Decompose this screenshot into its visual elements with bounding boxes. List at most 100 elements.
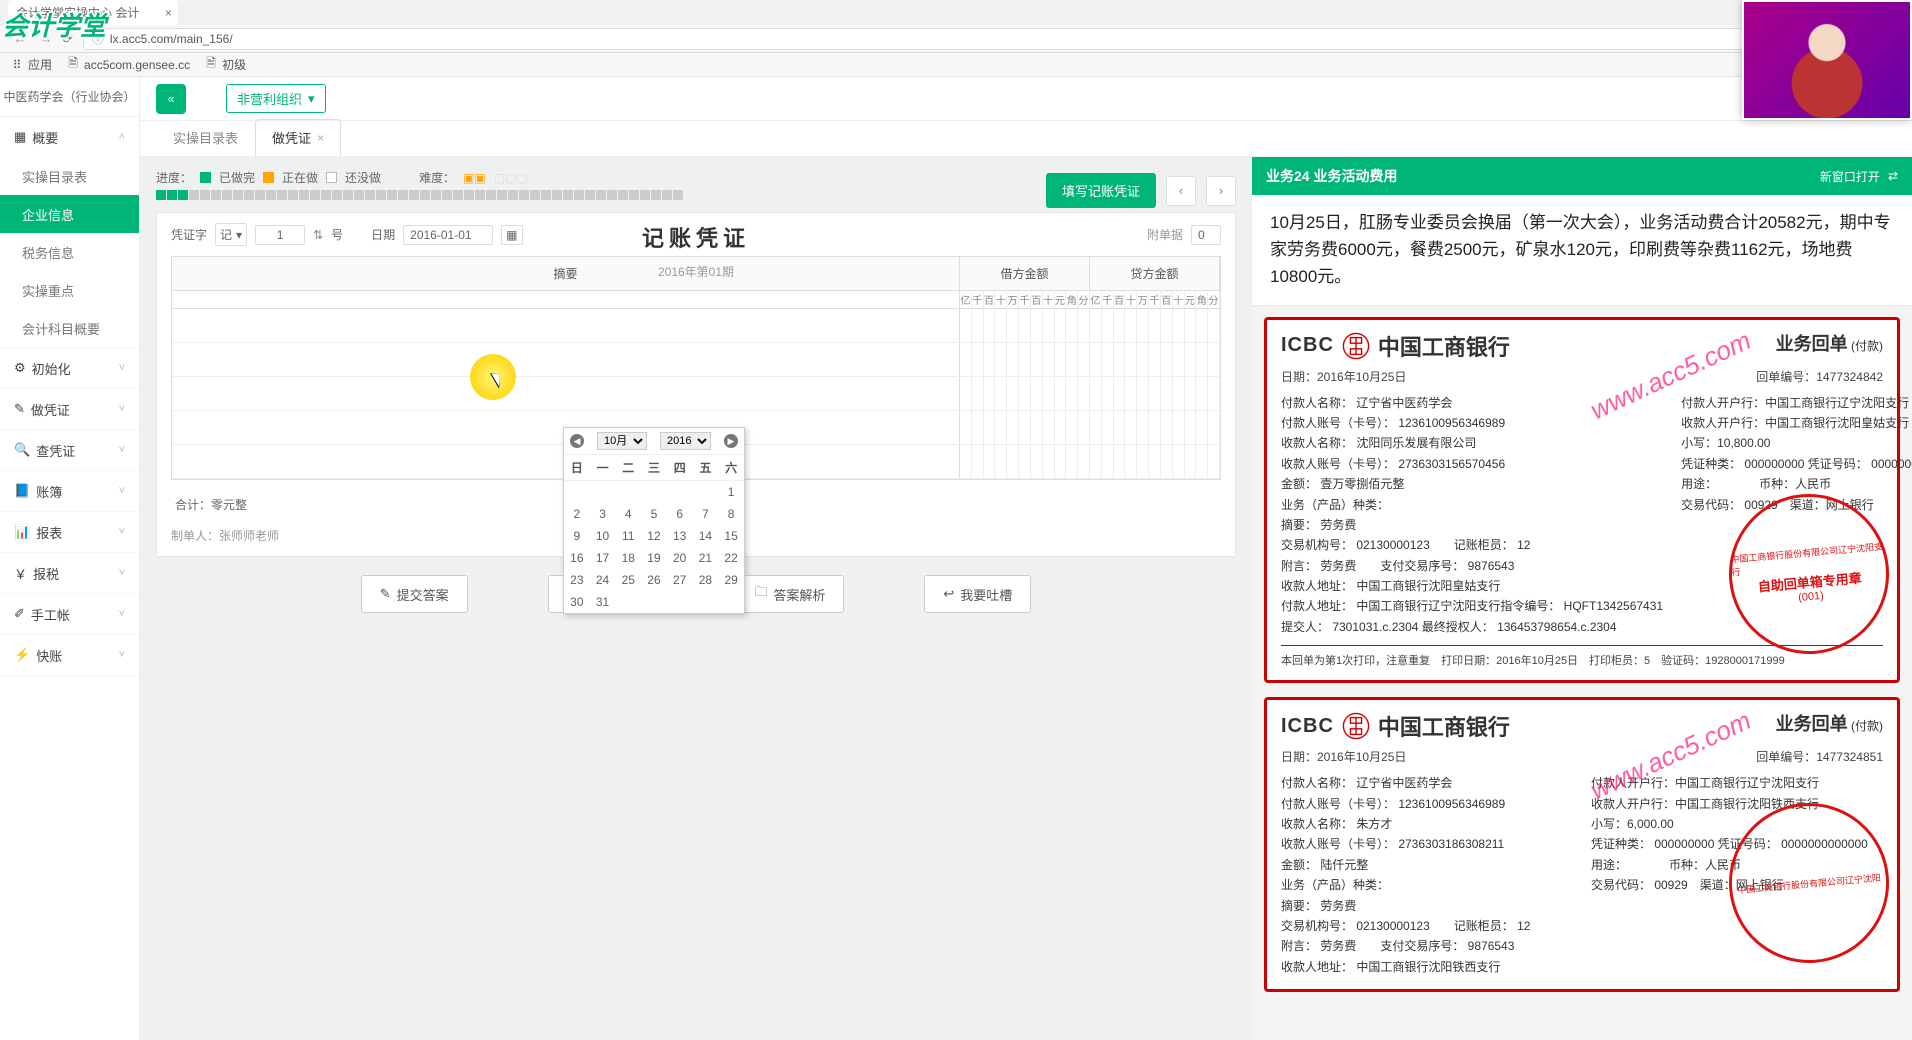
sidebar-item[interactable]: 实操重点 <box>0 271 139 309</box>
legend-doing-icon <box>263 172 274 183</box>
cal-day[interactable]: 17 <box>590 547 616 569</box>
sidebar: 中医药学会（行业协会） ▦概要˄实操目录表企业信息税务信息实操重点会计科目概要⚙… <box>0 77 140 1040</box>
sidebar-group-1[interactable]: ⚙初始化˅ <box>0 348 139 388</box>
browser-tab[interactable]: 会计学堂实操中心 会计 × <box>8 0 178 25</box>
cal-day[interactable]: 20 <box>667 547 693 569</box>
cal-day[interactable]: 5 <box>641 503 667 525</box>
edit-icon: ✎ <box>380 586 391 602</box>
page-icon: 🗎 <box>66 58 80 72</box>
calendar-icon[interactable]: ▦ <box>501 225 522 245</box>
col-summary: 摘要 <box>172 257 960 290</box>
browser-tab-strip: 会计学堂实操中心 会计 × <box>0 0 1912 25</box>
cal-day[interactable]: 6 <box>667 503 693 525</box>
feedback-button[interactable]: ↩我要吐槽 <box>924 575 1031 613</box>
cal-day[interactable]: 7 <box>693 503 719 525</box>
apps-button[interactable]: ⠿应用 <box>10 56 52 73</box>
cal-day[interactable]: 26 <box>641 569 667 591</box>
sidebar-group-6[interactable]: ￥报税˅ <box>0 553 139 593</box>
cal-day[interactable]: 12 <box>641 525 667 547</box>
cal-day[interactable]: 30 <box>564 591 590 613</box>
sidebar-collapse-button[interactable]: « <box>156 84 186 114</box>
cal-day[interactable]: 3 <box>590 503 616 525</box>
sidebar-group-2[interactable]: ✎做凭证˅ <box>0 389 139 429</box>
cal-day[interactable]: 1 <box>718 481 744 503</box>
next-button[interactable]: › <box>1206 176 1236 206</box>
cal-month-select[interactable]: 10月 <box>597 432 647 450</box>
cal-day[interactable]: 27 <box>667 569 693 591</box>
prev-button[interactable]: ‹ <box>1166 176 1196 206</box>
bookmark-item[interactable]: 🗎初级 <box>204 56 246 73</box>
cal-day[interactable]: 18 <box>615 547 641 569</box>
open-new-window-link[interactable]: 新窗口打开 <box>1820 168 1880 185</box>
voucher-row[interactable] <box>172 343 1220 377</box>
chevron-down-icon: ▾ <box>308 91 315 107</box>
voucher-row[interactable] <box>172 309 1220 343</box>
close-icon[interactable]: × <box>317 131 324 145</box>
submit-answer-button[interactable]: ✎提交答案 <box>361 575 468 613</box>
reload-icon[interactable]: ⟳ <box>62 31 73 47</box>
attach-count-input[interactable]: 0 <box>1191 225 1221 245</box>
cal-day[interactable]: 22 <box>718 547 744 569</box>
content-tab[interactable]: 实操目录表 <box>156 119 255 156</box>
fill-voucher-button[interactable]: 填写记账凭证 <box>1046 173 1156 208</box>
forward-icon[interactable]: → <box>36 29 56 49</box>
progress-bar <box>156 190 683 200</box>
sidebar-group-icon: ✐ <box>14 606 25 622</box>
cal-next-button[interactable]: ▶ <box>724 434 738 448</box>
date-picker-popup[interactable]: ◀ 10月 2016 ▶ 日一二三四五六 1234567891011121314… <box>563 427 745 614</box>
chevron-up-icon: ˄ <box>119 131 125 143</box>
bank-logo: ICBC中国工商银行 <box>1281 710 1510 742</box>
cal-day[interactable]: 21 <box>693 547 719 569</box>
sidebar-group-4[interactable]: 📘账簿˅ <box>0 471 139 511</box>
analysis-button[interactable]: 🗀答案解析 <box>735 575 844 613</box>
chevron-down-icon: ▾ <box>236 228 242 242</box>
sidebar-group-5[interactable]: 📊报表˅ <box>0 512 139 552</box>
sidebar-group-0[interactable]: ▦概要˄ <box>0 117 139 157</box>
cal-day[interactable]: 10 <box>590 525 616 547</box>
sidebar-item[interactable]: 会计科目概要 <box>0 309 139 347</box>
cal-day[interactable]: 15 <box>718 525 744 547</box>
cal-day[interactable]: 28 <box>693 569 719 591</box>
sidebar-title: 中医药学会（行业协会） <box>0 77 139 117</box>
sidebar-item[interactable]: 实操目录表 <box>0 157 139 195</box>
close-icon[interactable]: × <box>165 6 172 20</box>
sidebar-item[interactable]: 企业信息 <box>0 195 139 233</box>
cal-day[interactable]: 8 <box>718 503 744 525</box>
back-icon[interactable]: ← <box>10 29 30 49</box>
cal-day[interactable]: 11 <box>615 525 641 547</box>
org-selector[interactable]: 非营利组织 ▾ <box>226 84 326 113</box>
content-tabs: 实操目录表做凭证× <box>140 121 1912 157</box>
cal-day[interactable]: 9 <box>564 525 590 547</box>
cal-day[interactable]: 16 <box>564 547 590 569</box>
sidebar-group-8[interactable]: ⚡快账˅ <box>0 635 139 675</box>
voucher-row[interactable] <box>172 377 1220 411</box>
chevron-down-icon: ˅ <box>119 608 125 620</box>
sidebar-group-icon: 🔍 <box>14 442 30 458</box>
cal-year-select[interactable]: 2016 <box>660 432 711 450</box>
cal-day[interactable]: 31 <box>590 591 616 613</box>
cal-day[interactable]: 4 <box>615 503 641 525</box>
voucher-no-input[interactable]: 1 <box>255 225 305 245</box>
cal-prev-button[interactable]: ◀ <box>570 434 584 448</box>
sidebar-item[interactable]: 税务信息 <box>0 233 139 271</box>
sidebar-group-3[interactable]: 🔍查凭证˅ <box>0 430 139 470</box>
url-input[interactable]: ⓘ lx.acc5.com/main_156/ ☆ <box>83 28 1902 50</box>
folder-icon: 🗀 <box>754 583 767 605</box>
cal-day[interactable]: 25 <box>615 569 641 591</box>
swap-icon[interactable]: ⇄ <box>1888 169 1898 183</box>
voucher-no-stepper[interactable]: ⇅ <box>313 228 323 242</box>
sidebar-group-7[interactable]: ✐手工帐˅ <box>0 594 139 634</box>
cal-day[interactable]: 24 <box>590 569 616 591</box>
cal-day[interactable]: 29 <box>718 569 744 591</box>
cal-day[interactable]: 13 <box>667 525 693 547</box>
cal-day[interactable]: 14 <box>693 525 719 547</box>
cal-day[interactable]: 19 <box>641 547 667 569</box>
content-tab[interactable]: 做凭证× <box>255 119 341 156</box>
bookmark-item[interactable]: 🗎acc5com.gensee.cc <box>66 58 190 72</box>
voucher-date-input[interactable]: 2016-01-01 <box>403 225 493 245</box>
business-description: 10月25日，肛肠专业委员会换届（第一次大会），业务活动费合计20582元，期中… <box>1252 195 1912 307</box>
voucher-char-select[interactable]: 记▾ <box>215 223 247 246</box>
cal-day[interactable]: 2 <box>564 503 590 525</box>
cal-weekday: 六 <box>718 455 744 480</box>
cal-day[interactable]: 23 <box>564 569 590 591</box>
